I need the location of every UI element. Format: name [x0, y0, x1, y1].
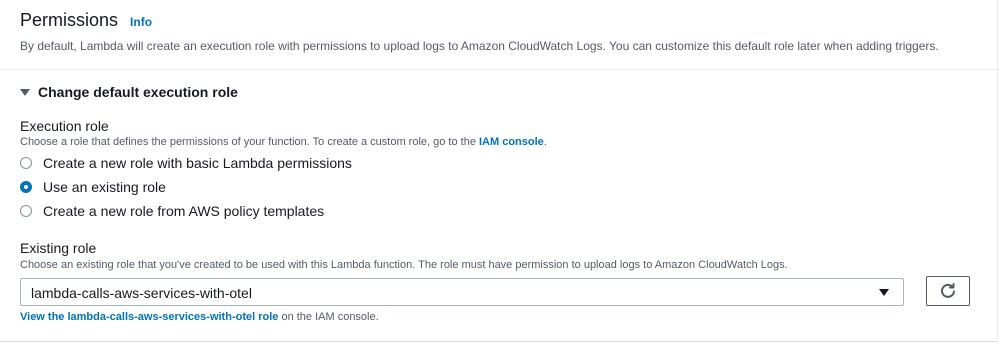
view-role-row: View the lambda-calls-aws-services-with-… — [20, 311, 379, 323]
existing-role-description: Choose an existing role that you've crea… — [20, 259, 788, 271]
radio-label: Use an existing role — [43, 179, 166, 195]
execution-role-description-suffix: . — [543, 136, 547, 148]
radio-option-basic-permissions[interactable]: Create a new role with basic Lambda perm… — [20, 155, 352, 171]
radio-label: Create a new role with basic Lambda perm… — [43, 155, 352, 171]
existing-role-label: Existing role — [20, 240, 97, 256]
existing-role-select[interactable]: lambda-calls-aws-services-with-otel — [20, 278, 904, 306]
page-title: Permissions — [20, 10, 119, 30]
section-divider — [0, 69, 1000, 70]
view-role-suffix: on the IAM console. — [278, 311, 379, 323]
execution-role-description: Choose a role that defines the permissio… — [20, 136, 547, 148]
expander-label: Change default execution role — [38, 84, 238, 100]
permissions-panel: Permissions Info By default, Lambda will… — [0, 0, 1000, 342]
radio-option-existing-role[interactable]: Use an existing role — [20, 179, 166, 195]
selected-role-value: lambda-calls-aws-services-with-otel — [31, 285, 252, 301]
permissions-header: Permissions Info By default, Lambda will… — [20, 10, 977, 53]
execution-role-label: Execution role — [20, 118, 109, 134]
info-link[interactable]: Info — [130, 15, 152, 29]
change-execution-role-expander[interactable]: Change default execution role — [20, 84, 238, 100]
chevron-down-icon — [879, 289, 889, 296]
title-row: Permissions Info — [20, 10, 977, 31]
permissions-description: By default, Lambda will create an execut… — [20, 39, 939, 53]
caret-down-icon — [20, 88, 30, 96]
refresh-icon — [941, 283, 955, 298]
radio-button[interactable] — [20, 181, 32, 193]
execution-role-description-text: Choose a role that defines the permissio… — [20, 136, 479, 148]
view-role-link[interactable]: View the lambda-calls-aws-services-with-… — [20, 311, 278, 323]
radio-button[interactable] — [20, 205, 32, 217]
radio-button[interactable] — [20, 157, 32, 169]
refresh-button[interactable] — [926, 276, 970, 306]
radio-label: Create a new role from AWS policy templa… — [43, 203, 325, 219]
radio-option-policy-templates[interactable]: Create a new role from AWS policy templa… — [20, 203, 324, 219]
iam-console-link[interactable]: IAM console — [479, 136, 544, 148]
